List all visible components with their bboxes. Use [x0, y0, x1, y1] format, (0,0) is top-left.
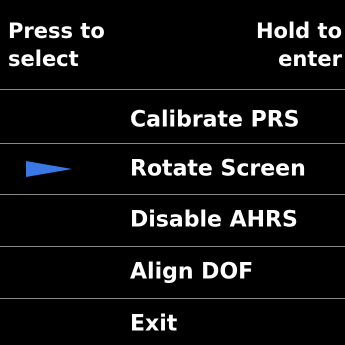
menu-item-disable-ahrs[interactable]: Disable AHRS [0, 194, 345, 246]
menu-item-calibrate-prs[interactable]: Calibrate PRS [0, 94, 345, 146]
menu-item-rotate-screen[interactable]: Rotate Screen [0, 143, 345, 195]
menu-item-label: Rotate Screen [130, 156, 306, 182]
triangle-pointer-icon [26, 161, 72, 177]
menu-item-exit[interactable]: Exit [0, 302, 345, 345]
press-to-select-hint: Press to select [8, 19, 105, 71]
menu-item-label: Calibrate PRS [130, 107, 300, 133]
menu-item-label: Align DOF [130, 259, 254, 285]
menu-item-label: Disable AHRS [130, 207, 298, 233]
hold-to-enter-hint: Hold to enter [255, 19, 342, 71]
menu-screen: Press to select Hold to enter Calibrate … [0, 0, 345, 345]
header-divider [0, 89, 345, 90]
menu-item-label: Exit [130, 311, 178, 336]
menu-item-align-dof[interactable]: Align DOF [0, 246, 345, 298]
menu-divider [0, 298, 345, 299]
